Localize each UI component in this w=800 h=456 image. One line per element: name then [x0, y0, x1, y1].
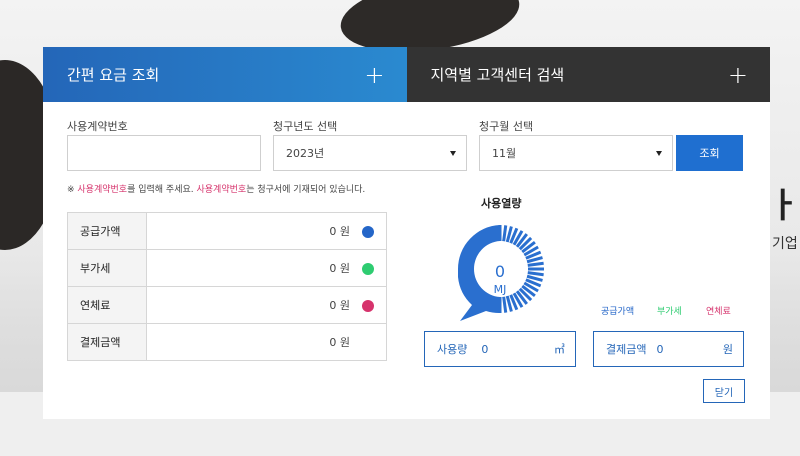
- heat-usage-gauge: 0 MJ: [457, 225, 544, 321]
- contract-number-label: 사용계약번호: [67, 120, 128, 133]
- vat-dot-icon: [362, 263, 374, 275]
- usage-value: 0: [481, 342, 489, 356]
- query-button[interactable]: 조회: [676, 135, 743, 171]
- year-select[interactable]: 2023년: [273, 135, 467, 171]
- fee-value-total: 0 원: [329, 336, 350, 349]
- year-select-value: 2023년: [286, 147, 325, 160]
- tab-label: 간편 요금 조회: [67, 66, 160, 84]
- payment-label: 결제금액: [606, 343, 647, 356]
- late-fee-dot-icon: [362, 300, 374, 312]
- table-row: 공급가액 0 원: [67, 212, 387, 250]
- fee-value-late: 0 원: [329, 299, 350, 312]
- table-row: 부가세 0 원: [67, 249, 387, 287]
- background-headline: ㅏ.: [768, 186, 800, 226]
- close-button[interactable]: 닫기: [703, 379, 745, 403]
- month-select-value: 11월: [492, 147, 517, 160]
- usage-unit: ㎥: [554, 343, 565, 356]
- usage-label: 사용량: [437, 343, 468, 356]
- background-subtext: 기업: [772, 236, 798, 252]
- fee-value-vat: 0 원: [329, 262, 350, 275]
- payment-summary: 결제금액 0 원: [593, 331, 744, 367]
- gauge-arc: [457, 225, 500, 269]
- tab-regional-center-search[interactable]: 지역별 고객센터 검색 +: [406, 47, 770, 102]
- fee-lookup-modal: 간편 요금 조회 + 지역별 고객센터 검색 + 사용계약번호 청구년도 선택 …: [43, 47, 770, 419]
- payment-value: 0: [656, 342, 664, 356]
- legend-vat: 부가세: [657, 307, 682, 317]
- gauge-unit: MJ: [494, 283, 507, 296]
- legend-supply: 공급가액: [601, 307, 635, 317]
- month-select[interactable]: 11월: [479, 135, 673, 171]
- gauge-tick: [527, 261, 544, 267]
- legend-late-fee: 연체료: [706, 307, 731, 317]
- tab-label: 지역별 고객센터 검색: [430, 66, 565, 84]
- year-select-label: 청구년도 선택: [273, 120, 338, 133]
- fee-value-supply: 0 원: [329, 225, 350, 238]
- table-row: 연체료 0 원: [67, 286, 387, 324]
- gauge-title: 사용열량: [481, 197, 522, 210]
- contract-number-notice: ※ 사용계약번호를 입력해 주세요. 사용계약번호는 청구서에 기재되어 있습니…: [67, 185, 366, 195]
- chevron-down-icon: [656, 150, 662, 156]
- gauge-value: 0: [495, 262, 505, 281]
- gauge-tick: [502, 296, 508, 313]
- fee-label-vat: 부가세: [67, 249, 147, 287]
- chevron-down-icon: [450, 150, 456, 156]
- fee-label-total: 결제금액: [67, 323, 147, 361]
- fee-table: 공급가액 0 원 부가세 0 원 연체료 0 원 결제금액 0 원: [67, 212, 387, 361]
- supply-dot-icon: [362, 226, 374, 238]
- plus-icon: +: [727, 60, 748, 89]
- plus-icon: +: [364, 60, 385, 89]
- month-select-label: 청구월 선택: [479, 120, 534, 133]
- usage-summary: 사용량 0 ㎥: [424, 331, 576, 367]
- gauge-ticks: [498, 225, 544, 313]
- tab-bar: 간편 요금 조회 + 지역별 고객센터 검색 +: [43, 47, 770, 102]
- tab-simple-fee-lookup[interactable]: 간편 요금 조회 +: [43, 47, 407, 102]
- gauge-tick: [502, 225, 508, 242]
- gauge-tick: [527, 271, 544, 277]
- fee-label-supply: 공급가액: [67, 212, 147, 250]
- contract-number-input[interactable]: [67, 135, 261, 171]
- table-row: 결제금액 0 원: [67, 323, 387, 361]
- payment-unit: 원: [722, 343, 733, 356]
- fee-label-late: 연체료: [67, 286, 147, 324]
